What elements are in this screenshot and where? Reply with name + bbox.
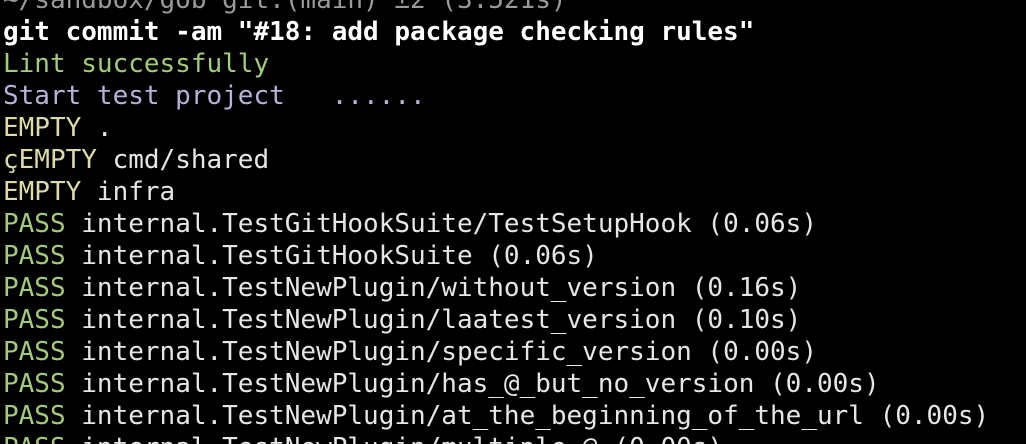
empty-target: cmd/shared xyxy=(96,145,270,175)
empty-tag: çEMPTY xyxy=(3,145,97,175)
test-name: internal.TestGitHookSuite (0.06s) xyxy=(65,241,598,271)
shell-prompt: ~/sandbox/gob git:(main) ±2 (3.521s) xyxy=(3,0,567,15)
pass-tag: PASS xyxy=(3,401,66,431)
pass-tag: PASS xyxy=(3,273,66,303)
pass-tag: PASS xyxy=(3,305,66,335)
empty-result-line: EMPTY . xyxy=(3,112,1026,144)
terminal-window[interactable]: ~/sandbox/gob git:(main) ±2 (3.521s) git… xyxy=(0,0,1026,444)
pass-tag: PASS xyxy=(3,241,66,271)
pass-result-line: PASS internal.TestNewPlugin/laatest_vers… xyxy=(3,304,1026,336)
pass-result-line: PASS internal.TestNewPlugin/at_the_begin… xyxy=(3,400,1026,432)
terminal-output: ~/sandbox/gob git:(main) ±2 (3.521s) git… xyxy=(3,0,1026,444)
pass-result-line: PASS internal.TestNewPlugin/multiple_@ (… xyxy=(3,432,1026,444)
pass-result-line: PASS internal.TestNewPlugin/without_vers… xyxy=(3,272,1026,304)
empty-tag: EMPTY xyxy=(3,177,82,207)
test-name: internal.TestNewPlugin/without_version (… xyxy=(65,273,802,303)
pass-result-line: PASS internal.TestNewPlugin/has_@_but_no… xyxy=(3,368,1026,400)
pass-tag: PASS xyxy=(3,209,66,239)
test-name: internal.TestNewPlugin/specific_version … xyxy=(65,337,817,367)
test-name: internal.TestNewPlugin/laatest_version (… xyxy=(65,305,802,335)
test-name: internal.TestNewPlugin/at_the_beginning_… xyxy=(65,401,990,431)
empty-result-line: çEMPTY cmd/shared xyxy=(3,144,1026,176)
pass-tag: PASS xyxy=(3,337,66,367)
pass-result-line: PASS internal.TestGitHookSuite (0.06s) xyxy=(3,240,1026,272)
empty-target: infra xyxy=(81,177,176,207)
empty-tag: EMPTY xyxy=(3,113,82,143)
pass-tag: PASS xyxy=(3,369,66,399)
test-name: internal.TestNewPlugin/has_@_but_no_vers… xyxy=(65,369,880,399)
command-line: git commit -am "#18: add package checkin… xyxy=(3,17,755,47)
test-name: internal.TestNewPlugin/multiple_@ (0.00s… xyxy=(66,433,723,444)
start-test-message: Start test project ...... xyxy=(3,81,426,111)
lint-message: Lint successfully xyxy=(3,49,270,79)
empty-target: . xyxy=(81,113,113,143)
test-name: internal.TestGitHookSuite/TestSetupHook … xyxy=(65,209,817,239)
pass-result-line: PASS internal.TestNewPlugin/specific_ver… xyxy=(3,336,1026,368)
pass-result-line: PASS internal.TestGitHookSuite/TestSetup… xyxy=(3,208,1026,240)
empty-result-line: EMPTY infra xyxy=(3,176,1026,208)
pass-tag: PASS xyxy=(3,433,66,444)
